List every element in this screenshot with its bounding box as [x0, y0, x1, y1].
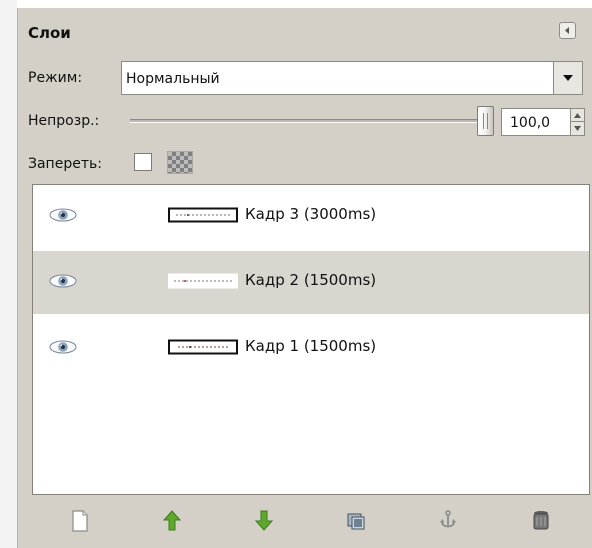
- layer-row[interactable]: Кадр 3 (3000ms): [33, 185, 589, 248]
- layer-thumbnail-icon: [168, 273, 238, 289]
- opacity-slider-track[interactable]: [130, 119, 485, 123]
- duplicate-layer-button[interactable]: [339, 498, 373, 544]
- opacity-slider-thumb[interactable]: [477, 106, 494, 136]
- collapse-panel-button[interactable]: [559, 22, 576, 39]
- trash-icon: [533, 511, 549, 530]
- chevron-down-icon: [563, 75, 573, 81]
- mode-value: Нормальный: [126, 71, 220, 87]
- panel-title: Слои: [28, 24, 71, 42]
- mode-dropdown-button[interactable]: [553, 62, 582, 94]
- visibility-eye-icon[interactable]: [49, 339, 77, 355]
- mode-label: Режим:: [28, 70, 83, 86]
- opacity-decrement-button[interactable]: [570, 122, 584, 135]
- lock-label: Запереть:: [28, 156, 102, 172]
- chevron-up-icon: [574, 113, 581, 118]
- duplicate-layer-icon: [347, 513, 365, 530]
- layers-toolbar: [32, 498, 590, 544]
- opacity-value: 100,0: [510, 115, 551, 131]
- lower-layer-button[interactable]: [247, 498, 281, 544]
- opacity-spin-input[interactable]: 100,0: [501, 108, 585, 136]
- lock-pixels-checkbox[interactable]: [134, 153, 152, 171]
- layer-row[interactable]: Кадр 1 (1500ms): [33, 317, 589, 380]
- new-layer-icon: [72, 510, 88, 532]
- layer-name: Кадр 1 (1500ms): [245, 337, 377, 355]
- layer-row[interactable]: Кадр 2 (1500ms): [33, 251, 589, 314]
- anchor-layer-icon: [440, 510, 456, 528]
- mode-select[interactable]: Нормальный: [121, 61, 583, 95]
- visibility-eye-icon[interactable]: [49, 207, 77, 223]
- raise-layer-button[interactable]: [155, 498, 189, 544]
- layer-thumbnail-icon: [168, 339, 238, 355]
- layers-panel: Слои Режим: Нормальный Непрозр.: 100,0 З…: [17, 8, 592, 548]
- layer-name: Кадр 3 (3000ms): [245, 205, 377, 223]
- anchor-layer-button[interactable]: [431, 498, 465, 544]
- delete-layer-button[interactable]: [524, 498, 558, 544]
- collapse-left-icon: [565, 27, 569, 34]
- lower-layer-icon: [254, 510, 274, 531]
- opacity-increment-button[interactable]: [570, 109, 584, 122]
- layer-thumbnail-icon: [168, 207, 238, 223]
- layer-name: Кадр 2 (1500ms): [245, 271, 377, 289]
- layers-list: Кадр 3 (3000ms) Кадр 2 (1500ms) Кадр 1 (…: [32, 184, 590, 495]
- visibility-eye-icon[interactable]: [49, 273, 77, 289]
- new-layer-button[interactable]: [63, 498, 97, 544]
- left-margin: [0, 0, 17, 548]
- lock-alpha-icon[interactable]: [167, 151, 193, 174]
- chevron-down-icon: [574, 126, 581, 131]
- raise-layer-icon: [162, 510, 182, 531]
- opacity-label: Непрозр.:: [28, 113, 100, 129]
